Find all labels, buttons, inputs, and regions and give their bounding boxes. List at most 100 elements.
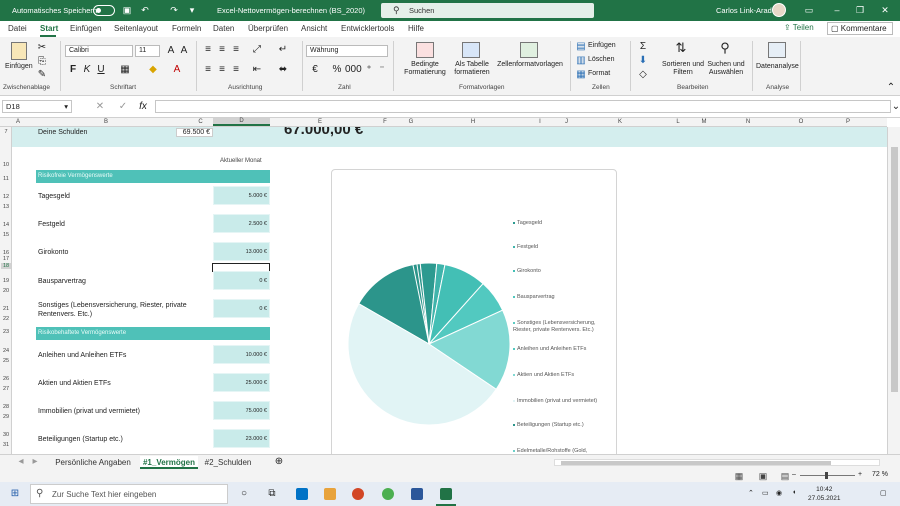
data-analysis-icon[interactable]: [768, 42, 786, 58]
column-header[interactable]: C: [188, 119, 213, 125]
excel-icon[interactable]: [440, 488, 452, 500]
value-cell[interactable]: 10.000 €: [213, 345, 270, 364]
format-painter-icon[interactable]: ✎: [35, 68, 49, 82]
sort-filter-label[interactable]: Sortieren und Filtern: [660, 61, 706, 77]
column-header[interactable]: M: [693, 119, 715, 125]
taskbar-clock[interactable]: 10:42 27.05.2021: [808, 485, 841, 503]
column-header[interactable]: K: [577, 119, 663, 125]
row-header[interactable]: 25: [1, 358, 11, 364]
item-label[interactable]: Beteiligungen (Startup etc.): [38, 435, 208, 444]
collapse-ribbon-icon[interactable]: ⌃: [884, 81, 898, 95]
number-format-select[interactable]: Währung: [306, 45, 388, 57]
value-cell[interactable]: 75.000 €: [213, 401, 270, 420]
page-layout-icon[interactable]: ▣: [756, 469, 770, 483]
thousands-icon[interactable]: 000: [345, 63, 362, 77]
tab-seitenlayout[interactable]: Seitenlayout: [114, 24, 158, 33]
shrink-font-icon[interactable]: A: [177, 44, 191, 58]
tray-chevron-icon[interactable]: ⌃: [748, 489, 754, 497]
conditional-format-icon[interactable]: [416, 42, 434, 58]
row-header[interactable]: 21: [1, 306, 11, 312]
tab-hilfe[interactable]: Hilfe: [408, 24, 424, 33]
column-header[interactable]: O: [781, 119, 821, 125]
task-view-icon[interactable]: ⧉: [265, 487, 279, 501]
tab-ueberpruefen[interactable]: Überprüfen: [248, 24, 288, 33]
vertical-scrollbar[interactable]: [887, 127, 900, 454]
align-top-icon[interactable]: ≡: [201, 43, 215, 57]
zoom-level[interactable]: 72 %: [872, 471, 888, 478]
row-header[interactable]: 13: [1, 204, 11, 210]
wrap-text-icon[interactable]: ↵: [276, 43, 290, 57]
font-color-icon[interactable]: A: [170, 63, 184, 77]
cortana-icon[interactable]: ○: [237, 487, 251, 501]
row-header[interactable]: 28: [1, 404, 11, 410]
restore-icon[interactable]: ❐: [853, 4, 867, 16]
column-header[interactable]: G: [400, 119, 422, 125]
windows-start-icon[interactable]: ⊞: [8, 487, 22, 501]
paste-label[interactable]: Einfügen: [5, 63, 33, 70]
tray-app-icon[interactable]: ▭: [762, 489, 769, 497]
merge-center-icon[interactable]: ⬌: [276, 63, 290, 77]
find-select-icon[interactable]: ⚲: [718, 41, 732, 55]
worksheet-grid[interactable]: Deine Schulden 69.500 € 67.000,00 € Aktu…: [12, 127, 887, 454]
confirm-entry-icon[interactable]: ✓: [116, 100, 130, 114]
save-icon[interactable]: ▣: [121, 4, 133, 16]
close-icon[interactable]: ✕: [878, 4, 892, 16]
schulden-value-cell[interactable]: 69.500 €: [176, 128, 213, 137]
clear-icon[interactable]: ◇: [636, 68, 650, 82]
item-label[interactable]: Tagesgeld: [38, 192, 208, 201]
row-header[interactable]: 27: [1, 386, 11, 392]
value-cell[interactable]: 0 €: [213, 299, 270, 318]
row-header[interactable]: 26: [1, 376, 11, 382]
column-header[interactable]: B: [24, 119, 188, 125]
tab-daten[interactable]: Daten: [213, 24, 234, 33]
column-header[interactable]: H: [422, 119, 524, 125]
format-cells-label[interactable]: Format: [588, 70, 610, 77]
row-header[interactable]: 20: [1, 288, 11, 294]
paste-icon[interactable]: [11, 42, 27, 60]
delete-cells-icon[interactable]: ▥: [574, 54, 588, 68]
item-label[interactable]: Bausparvertrag: [38, 277, 208, 286]
autosum-icon[interactable]: Σ: [636, 40, 650, 54]
cell-styles-icon[interactable]: [520, 42, 538, 58]
notifications-icon[interactable]: ▢: [880, 489, 887, 497]
minimize-icon[interactable]: –: [830, 4, 844, 16]
item-label[interactable]: Immobilien (privat und vermietet): [38, 407, 208, 416]
page-break-icon[interactable]: ▤: [778, 469, 792, 483]
row-header[interactable]: 17: [1, 256, 11, 262]
font-size-select[interactable]: 11: [135, 45, 160, 57]
sort-filter-icon[interactable]: ⇅: [674, 41, 688, 55]
prev-sheet-icon[interactable]: ◂: [14, 455, 28, 469]
comments-button[interactable]: ▢ Kommentare: [827, 22, 893, 35]
underline-icon[interactable]: U: [94, 63, 108, 77]
horizontal-scrollbar[interactable]: [554, 459, 880, 466]
avatar[interactable]: [772, 3, 786, 17]
column-header[interactable]: A: [12, 119, 24, 125]
decrease-decimal-icon[interactable]: ⁻: [375, 63, 389, 77]
value-cell[interactable]: 2.500 €: [213, 214, 270, 233]
expand-formula-icon[interactable]: ⌄: [889, 100, 900, 114]
row-header[interactable]: 19: [1, 278, 11, 284]
name-box[interactable]: D18 ▾: [2, 100, 72, 113]
row-header[interactable]: 12: [1, 194, 11, 200]
bold-icon[interactable]: F: [66, 63, 80, 77]
italic-icon[interactable]: K: [80, 63, 94, 77]
formula-input[interactable]: [155, 100, 891, 113]
sheet-tab-schulden[interactable]: #2_Schulden: [200, 456, 256, 469]
row-header[interactable]: 14: [1, 222, 11, 228]
chrome-icon[interactable]: [382, 488, 394, 500]
column-header[interactable]: L: [663, 119, 693, 125]
next-sheet-icon[interactable]: ▸: [28, 455, 42, 469]
file-explorer-icon[interactable]: [324, 488, 336, 500]
tab-start[interactable]: Start: [40, 24, 58, 33]
format-table-icon[interactable]: [462, 42, 480, 58]
network-icon[interactable]: ◉: [776, 489, 782, 497]
search-box[interactable]: ⚲ Suchen: [381, 3, 594, 18]
item-label[interactable]: Sonstiges (Lebensversicherung, Riester, …: [38, 301, 208, 319]
align-left-icon[interactable]: ≡: [201, 63, 215, 77]
section-header-risky[interactable]: Risikobehaftete Vermögenswerte: [36, 327, 270, 340]
fill-icon[interactable]: ⬇: [636, 54, 650, 68]
row-header[interactable]: 7: [1, 129, 11, 135]
format-table-label[interactable]: Als Tabelle formatieren: [450, 61, 494, 77]
row-header[interactable]: 22: [1, 316, 11, 322]
section-header-risk-free[interactable]: Risikofreie Vermögenswerte: [36, 170, 270, 183]
